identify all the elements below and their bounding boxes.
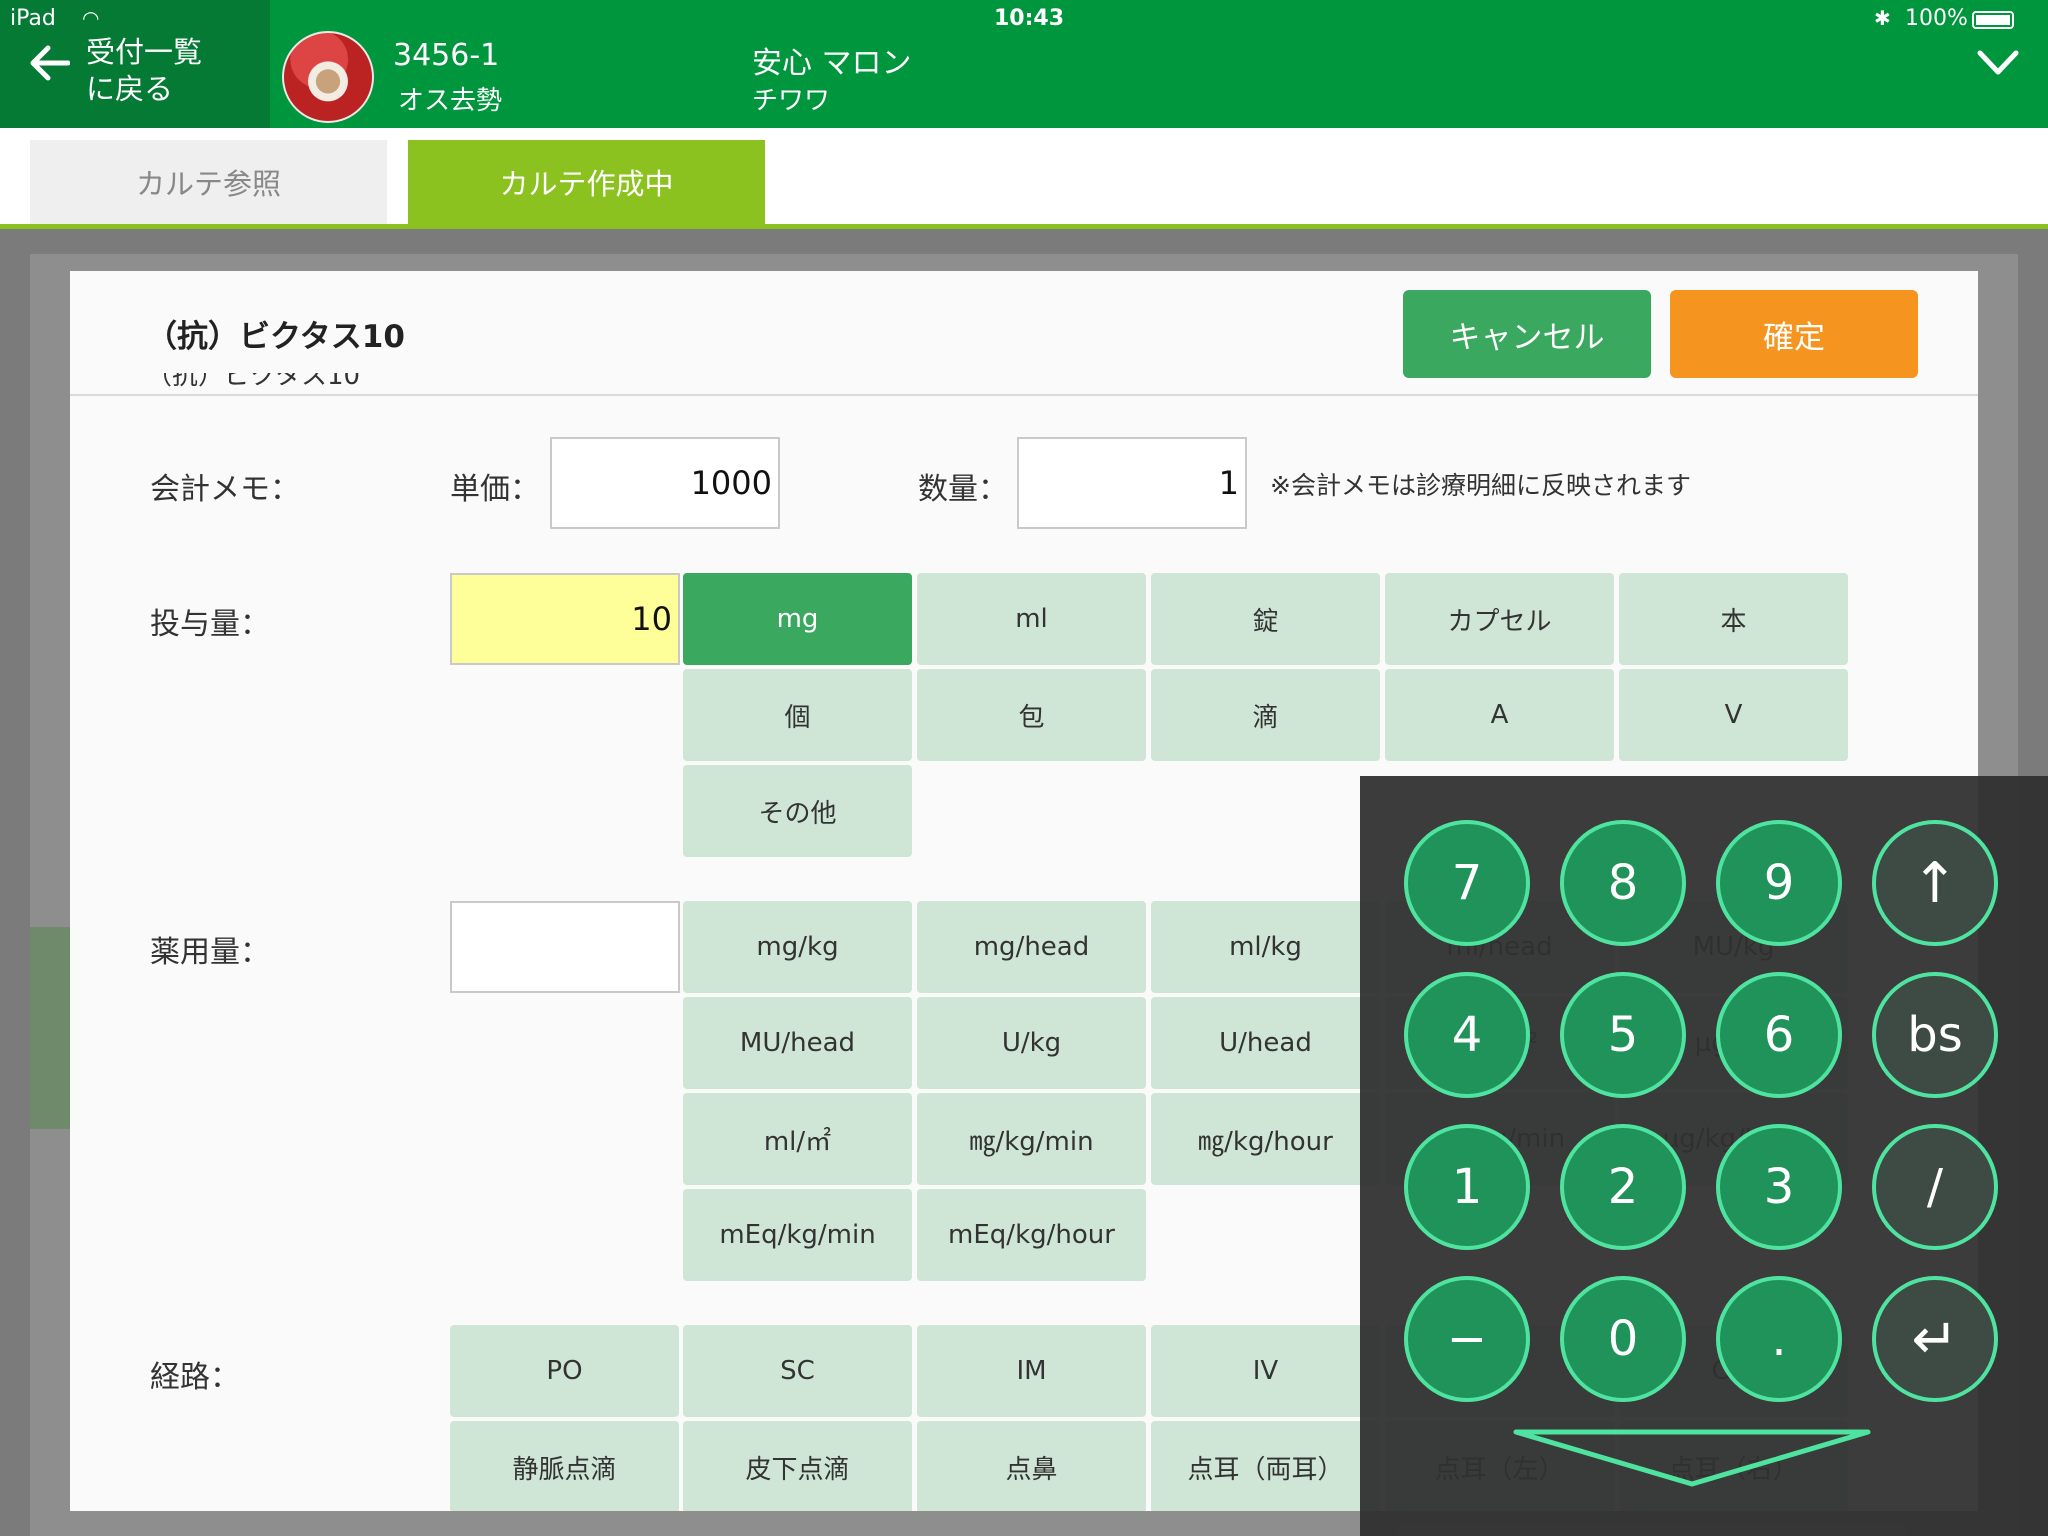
tab-chart-creating[interactable]: カルテ作成中: [408, 140, 765, 224]
route-option-3[interactable]: IV: [1151, 1325, 1380, 1417]
back-arrow-icon[interactable]: [28, 42, 70, 84]
drug-unit-option-0[interactable]: mg/kg: [683, 901, 912, 993]
dose-unit-option-7[interactable]: 滴: [1151, 669, 1380, 761]
back-label[interactable]: 受付一覧 に戻る: [86, 34, 202, 108]
key-5[interactable]: 5: [1560, 972, 1686, 1098]
numeric-keypad: 7 8 9 ↑ 4 5 6 bs 1 2 3/ −0. ↵: [1360, 776, 2048, 1536]
key-up[interactable]: ↑: [1872, 820, 1998, 946]
dialog-header-divider: [70, 394, 1978, 396]
battery-percent: 100%: [1905, 6, 1968, 31]
chevron-down-icon[interactable]: [1976, 48, 2020, 78]
tab-underline: [0, 224, 2048, 229]
cancel-button[interactable]: キャンセル: [1403, 290, 1651, 378]
dialog-title: （抗）ビクタス10: [146, 319, 405, 355]
route-label: 経路：: [150, 1360, 240, 1395]
route-option-8[interactable]: 点鼻: [917, 1421, 1146, 1511]
memo-note: ※会計メモは診療明細に反映されます: [1270, 471, 1691, 500]
dose-unit-option-8[interactable]: A: [1385, 669, 1614, 761]
patient-breed: チワワ: [752, 86, 831, 116]
key-3[interactable]: 3: [1716, 1124, 1842, 1250]
route-option-2[interactable]: IM: [917, 1325, 1146, 1417]
drug-unit-option-11[interactable]: ㎎/kg/min: [917, 1093, 1146, 1185]
drug-unit-option-10[interactable]: ml/㎡: [683, 1093, 912, 1185]
key-7[interactable]: 7: [1404, 820, 1530, 946]
route-option-6[interactable]: 静脈点滴: [450, 1421, 679, 1511]
dose-unit-option-3[interactable]: カプセル: [1385, 573, 1614, 665]
key-dot[interactable]: .: [1716, 1276, 1842, 1402]
dose-label: 投与量：: [150, 607, 270, 642]
quantity-input[interactable]: 1: [1017, 437, 1247, 529]
drug-unit-option-5[interactable]: MU/head: [683, 997, 912, 1089]
drug-unit-option-2[interactable]: ml/kg: [1151, 901, 1380, 993]
key-minus[interactable]: −: [1404, 1276, 1530, 1402]
dose-unit-option-2[interactable]: 錠: [1151, 573, 1380, 665]
drug-amount-label: 薬用量：: [150, 935, 270, 970]
drug-unit-option-1[interactable]: mg/head: [917, 901, 1146, 993]
battery-icon: [1972, 11, 2014, 29]
drug-unit-option-12[interactable]: ㎎/kg/hour: [1151, 1093, 1380, 1185]
dose-unit-option-5[interactable]: 個: [683, 669, 912, 761]
key-2[interactable]: 2: [1560, 1124, 1686, 1250]
price-label: 単価：: [450, 472, 540, 507]
bluetooth-icon: ✱: [1874, 6, 1891, 30]
avatar: [282, 31, 374, 123]
route-option-9[interactable]: 点耳（両耳）: [1151, 1421, 1380, 1511]
memo-label: 会計メモ：: [150, 472, 300, 507]
quantity-label: 数量：: [918, 472, 1008, 507]
drug-unit-option-15[interactable]: mEq/kg/min: [683, 1189, 912, 1281]
key-9[interactable]: 9: [1716, 820, 1842, 946]
drug-unit-option-6[interactable]: U/kg: [917, 997, 1146, 1089]
dose-unit-option-10[interactable]: その他: [683, 765, 912, 857]
key-0[interactable]: 0: [1560, 1276, 1686, 1402]
tab-chart-reference[interactable]: カルテ参照: [30, 140, 387, 224]
dose-unit-option-4[interactable]: 本: [1619, 573, 1848, 665]
price-input[interactable]: 1000: [550, 437, 780, 529]
drug-amount-input[interactable]: [450, 901, 680, 993]
wifi-icon: ◠: [82, 6, 100, 30]
patient-sex: オス去勢: [398, 86, 503, 116]
dose-unit-option-1[interactable]: ml: [917, 573, 1146, 665]
dose-unit-option-6[interactable]: 包: [917, 669, 1146, 761]
background-highlight: [30, 927, 70, 1129]
device-label: iPad: [10, 6, 56, 31]
route-option-1[interactable]: SC: [683, 1325, 912, 1417]
patient-id: 3456-1: [393, 38, 500, 73]
key-6[interactable]: 6: [1716, 972, 1842, 1098]
scrolled-title: （抗）ビクタス10: [146, 373, 360, 403]
dose-unit-option-0[interactable]: mg: [683, 573, 912, 665]
patient-name: 安心 マロン: [752, 46, 912, 81]
route-option-0[interactable]: PO: [450, 1325, 679, 1417]
key-enter[interactable]: ↵: [1872, 1276, 1998, 1402]
drug-unit-option-7[interactable]: U/head: [1151, 997, 1380, 1089]
scrolled-title-text: （抗）ビクタス10: [146, 373, 361, 391]
confirm-button[interactable]: 確定: [1670, 290, 1918, 378]
key-8[interactable]: 8: [1560, 820, 1686, 946]
key-1[interactable]: 1: [1404, 1124, 1530, 1250]
key-4[interactable]: 4: [1404, 972, 1530, 1098]
route-option-7[interactable]: 皮下点滴: [683, 1421, 912, 1511]
drug-unit-option-16[interactable]: mEq/kg/hour: [917, 1189, 1146, 1281]
keypad-collapse-icon[interactable]: [1512, 1428, 1872, 1488]
status-time: 10:43: [994, 6, 1065, 31]
dose-input[interactable]: 10: [450, 573, 680, 665]
key-slash[interactable]: /: [1872, 1124, 1998, 1250]
dose-unit-option-9[interactable]: V: [1619, 669, 1848, 761]
key-backspace[interactable]: bs: [1872, 972, 1998, 1098]
